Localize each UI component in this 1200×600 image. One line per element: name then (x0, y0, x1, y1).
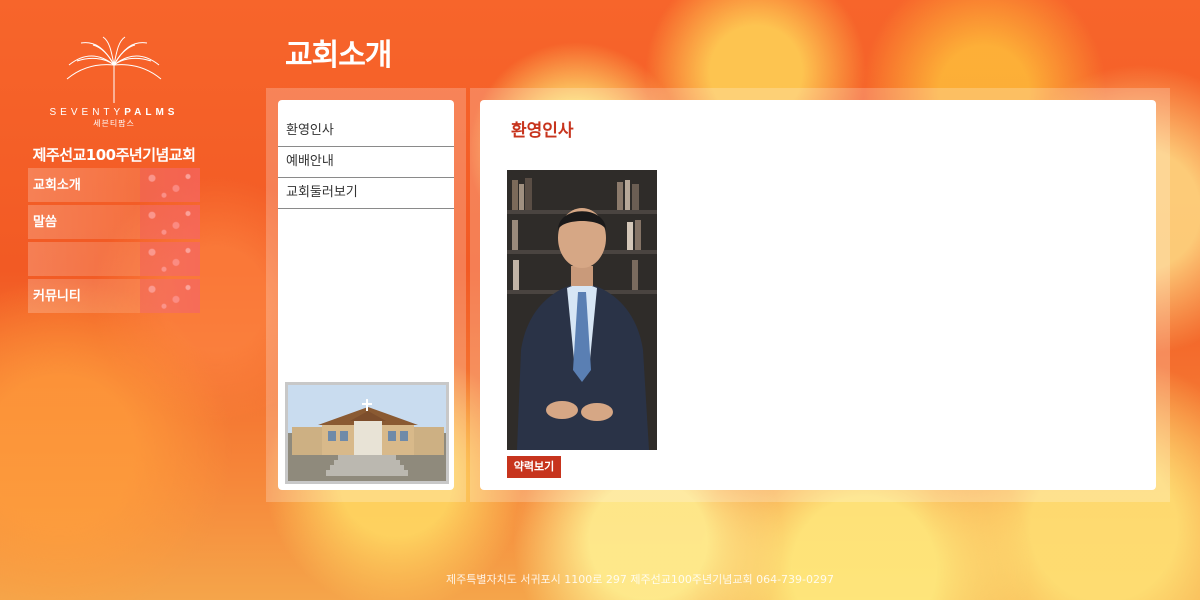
church-name: 제주선교100주년기념교회 (32, 146, 196, 164)
church-building-photo[interactable] (285, 382, 449, 484)
side-nav-item-community[interactable]: 커뮤니티 (28, 279, 200, 313)
pastor-photo (507, 170, 657, 450)
submenu-item-worship[interactable]: 예배안내 (278, 147, 454, 178)
church-building-illustration (288, 385, 446, 481)
brand-logo-block[interactable]: SEVENTYPALMS 세븐티팜스 (28, 35, 200, 129)
brand-english-name: SEVENTYPALMS (28, 107, 200, 118)
side-nav-item-empty[interactable] (28, 242, 200, 276)
palm-logo-icon (66, 36, 162, 103)
pastor-portrait-illustration (507, 170, 657, 450)
page-title: 교회소개 (285, 38, 392, 73)
profile-button[interactable]: 약력보기 (507, 456, 561, 478)
brand-english-bold: PALMS (124, 107, 179, 118)
submenu-item-tour[interactable]: 교회둘러보기 (278, 178, 454, 209)
side-nav: 교회소개 말씀 커뮤니티 (28, 168, 200, 316)
submenu-item-welcome[interactable]: 환영인사 (278, 116, 454, 147)
content-title: 환영인사 (511, 121, 574, 141)
brand-korean-name: 세븐티팜스 (93, 119, 135, 128)
submenu-list: 환영인사 예배안내 교회둘러보기 (278, 116, 454, 209)
brand-english-light: SEVENTY (49, 107, 125, 118)
content-panel: 환영인사 약력보기 (480, 100, 1156, 490)
side-nav-item-intro[interactable]: 교회소개 (28, 168, 200, 202)
side-nav-item-sermon[interactable]: 말씀 (28, 205, 200, 239)
submenu-panel: 환영인사 예배안내 교회둘러보기 (278, 100, 454, 490)
footer-address: 제주특별자치도 서귀포시 1100로 297 제주선교100주년기념교회 064… (445, 573, 835, 586)
